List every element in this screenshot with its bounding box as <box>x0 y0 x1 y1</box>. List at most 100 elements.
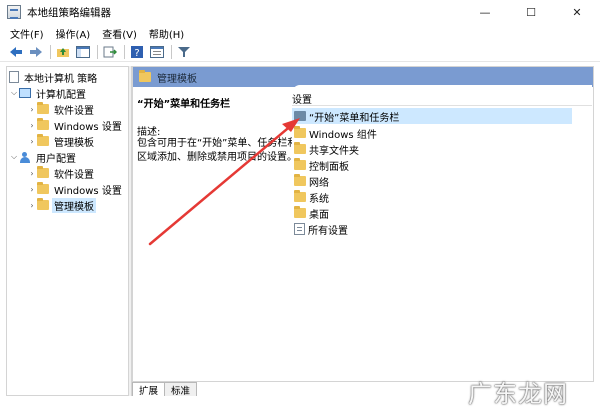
setting-label: 桌面 <box>309 209 329 221</box>
tree-label: 管理模板 <box>52 197 96 213</box>
tree-label: Windows 设置 <box>54 121 122 133</box>
chevron-right-icon[interactable]: › <box>27 121 37 130</box>
tree-item-user-config[interactable]: ⌵ 用户配置 <box>9 149 78 165</box>
console-tree-icon <box>76 45 90 58</box>
folder-icon <box>37 198 49 210</box>
tree-item-cc-windows[interactable]: › Windows 设置 <box>27 117 124 133</box>
group-policy-icon <box>7 5 21 19</box>
details-pane: 管理模板 “开始”菜单和任务栏 描述: 包含可用于在“开始”菜单、任务栏和通知区… <box>132 66 594 382</box>
back-button[interactable] <box>8 44 24 60</box>
chevron-right-icon[interactable]: › <box>27 201 37 210</box>
config-folder-icon <box>294 111 306 121</box>
header-divider <box>292 105 592 106</box>
toolbar-separator <box>171 44 172 59</box>
tree-item-computer-config[interactable]: ⌵ 计算机配置 <box>9 85 88 101</box>
setting-label: “开始”菜单和任务栏 <box>309 112 400 124</box>
setting-control-panel[interactable]: 控制面板 <box>292 157 572 173</box>
settings-column-header[interactable]: 设置 <box>292 91 312 106</box>
setting-network[interactable]: 网络 <box>292 173 572 189</box>
details-header: 管理模板 <box>133 67 593 87</box>
window-title: 本地组策略编辑器 <box>27 6 111 19</box>
folder-icon <box>37 134 49 146</box>
tree-item-cc-admin[interactable]: › 管理模板 <box>27 133 96 149</box>
chevron-down-icon[interactable]: ⌵ <box>9 152 19 162</box>
forward-arrow-icon <box>30 46 42 57</box>
export-list-button[interactable] <box>102 44 118 60</box>
tree-label: Windows 设置 <box>54 185 122 197</box>
back-arrow-icon <box>10 46 22 57</box>
toolbar: ? <box>0 42 600 62</box>
help-icon: ? <box>131 45 143 59</box>
tree-label: 本地计算机 策略 <box>24 73 98 85</box>
folder-icon <box>37 118 49 130</box>
tree-item-uc-windows[interactable]: › Windows 设置 <box>27 181 124 197</box>
tree-item-cc-software[interactable]: › 软件设置 <box>27 101 96 117</box>
description-label: 描述: <box>137 127 161 138</box>
setting-shared-folders[interactable]: 共享文件夹 <box>292 141 572 157</box>
setting-desktop[interactable]: 桌面 <box>292 205 572 221</box>
chevron-right-icon[interactable]: › <box>27 137 37 146</box>
setting-label: 系统 <box>309 193 329 205</box>
toolbar-separator <box>97 44 98 59</box>
menu-help[interactable]: 帮助(H) <box>143 26 190 41</box>
show-hide-tree-button[interactable] <box>75 44 91 60</box>
toolbar-separator <box>124 44 125 59</box>
folder-icon <box>294 126 306 138</box>
description-title: “开始”菜单和任务栏 <box>137 99 231 110</box>
setting-label: Windows 组件 <box>309 129 377 141</box>
chevron-right-icon[interactable]: › <box>27 105 37 114</box>
svg-text:?: ? <box>134 48 139 59</box>
tree-item-uc-admin[interactable]: › 管理模板 <box>27 197 96 213</box>
menu-action[interactable]: 操作(A) <box>50 26 97 41</box>
tree-item-uc-software[interactable]: › 软件设置 <box>27 165 96 181</box>
setting-label: 控制面板 <box>309 161 349 173</box>
export-icon <box>103 46 117 57</box>
tab-standard[interactable]: 标准 <box>164 382 198 397</box>
setting-label: 共享文件夹 <box>309 145 359 157</box>
setting-all-settings[interactable]: 所有设置 <box>292 221 572 237</box>
tree-label: 软件设置 <box>54 169 94 181</box>
folder-icon <box>294 206 306 218</box>
properties-button[interactable] <box>149 44 165 60</box>
menu-view[interactable]: 查看(V) <box>96 26 143 41</box>
setting-system[interactable]: 系统 <box>292 189 572 205</box>
tree-label: 用户配置 <box>36 153 76 165</box>
tab-extended[interactable]: 扩展 <box>132 382 166 397</box>
help-button[interactable]: ? <box>129 44 145 60</box>
user-icon <box>19 151 31 163</box>
folder-icon <box>294 190 306 202</box>
forward-button[interactable] <box>28 44 44 60</box>
menu-bar: 文件(F) 操作(A) 查看(V) 帮助(H) <box>0 24 600 42</box>
filter-icon <box>178 46 190 57</box>
title-bar: 本地组策略编辑器 — ☐ ✕ <box>0 0 600 24</box>
tree-label: 计算机配置 <box>36 89 86 101</box>
chevron-right-icon[interactable]: › <box>27 185 37 194</box>
details-header-title: 管理模板 <box>157 73 197 85</box>
tree-item-local-computer-policy[interactable]: 本地计算机 策略 <box>9 69 99 85</box>
close-button[interactable]: ✕ <box>554 0 600 24</box>
chevron-down-icon[interactable]: ⌵ <box>9 88 19 98</box>
tree-label: 管理模板 <box>54 137 94 149</box>
folder-icon <box>139 70 151 82</box>
all-settings-icon <box>294 223 305 235</box>
properties-icon <box>150 45 164 58</box>
menu-file[interactable]: 文件(F) <box>4 26 50 41</box>
window-controls: — ☐ ✕ <box>462 0 600 24</box>
maximize-button[interactable]: ☐ <box>508 0 554 24</box>
filter-button[interactable] <box>176 44 192 60</box>
folder-icon <box>37 166 49 178</box>
policy-document-icon <box>9 71 19 83</box>
folder-up-icon <box>57 47 69 57</box>
console-tree: 本地计算机 策略 ⌵ 计算机配置 › 软件设置 › Windows 设置 › 管… <box>6 66 128 396</box>
toolbar-separator <box>50 44 51 59</box>
watermark-text: 广东龙网 <box>468 380 568 408</box>
chevron-right-icon[interactable]: › <box>27 169 37 178</box>
folder-icon <box>294 174 306 186</box>
setting-label: 网络 <box>309 177 329 189</box>
minimize-button[interactable]: — <box>462 0 508 24</box>
up-folder-button[interactable] <box>55 44 71 60</box>
setting-label: 所有设置 <box>308 225 348 237</box>
setting-windows-components[interactable]: Windows 组件 <box>292 125 572 141</box>
setting-start-menu-taskbar[interactable]: “开始”菜单和任务栏 <box>292 108 572 124</box>
settings-list: 设置 “开始”菜单和任务栏 Windows 组件 共享文件夹 控制面板 网络 系… <box>292 85 592 365</box>
